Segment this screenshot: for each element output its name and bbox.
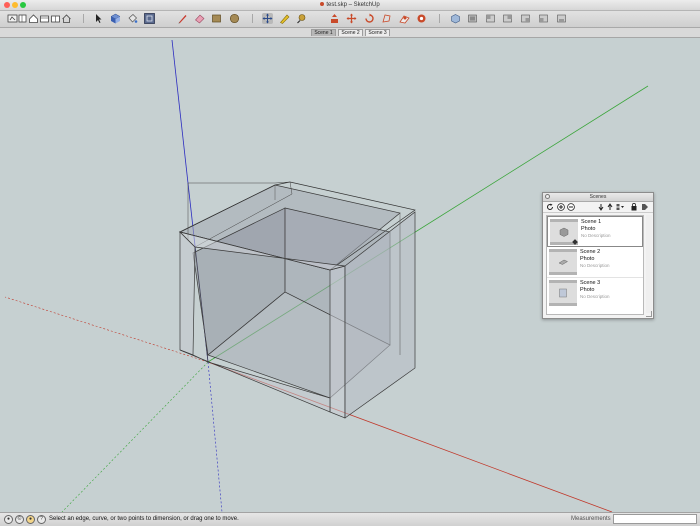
- right-view-icon[interactable]: [502, 13, 513, 24]
- measurements-input[interactable]: [613, 514, 697, 524]
- scene-style: Photo: [580, 287, 595, 293]
- line-pencil-icon[interactable]: [177, 13, 188, 24]
- follow-me-icon[interactable]: [296, 13, 307, 24]
- close-panel-button[interactable]: [545, 194, 550, 199]
- move-up-icon[interactable]: [606, 203, 614, 211]
- offset-icon[interactable]: [364, 13, 375, 24]
- red-axis-negative-line: [4, 296, 209, 363]
- resize-grip-icon[interactable]: [646, 311, 652, 317]
- make-component-icon[interactable]: [110, 13, 121, 24]
- tab-scene-1[interactable]: Scene 1: [311, 29, 336, 36]
- scene-style: Photo: [581, 226, 596, 232]
- details-icon[interactable]: [641, 203, 649, 211]
- bottom-view-icon[interactable]: [556, 13, 567, 24]
- scene-description: No Description: [580, 294, 610, 299]
- top-view-icon[interactable]: [467, 13, 478, 24]
- filter-icon[interactable]: [630, 203, 638, 211]
- move-down-icon[interactable]: [597, 203, 605, 211]
- paint-bucket-icon[interactable]: [127, 13, 138, 24]
- box-front-left-post: [179, 231, 196, 356]
- front-view-icon[interactable]: [485, 13, 496, 24]
- window-title: test.skp – SketchUp: [0, 0, 700, 10]
- scene-item-2[interactable]: Scene 2 Photo No Description: [547, 247, 643, 278]
- scene-thumbnail: [549, 280, 577, 306]
- scenes-panel-title-text: Scenes: [589, 194, 607, 200]
- eraser-icon[interactable]: [194, 13, 205, 24]
- main-toolbar: [0, 11, 700, 28]
- toolbar-separator: [252, 14, 253, 23]
- box-model: [178, 181, 416, 419]
- measure-tape-icon[interactable]: [279, 13, 290, 24]
- back-view-icon[interactable]: [520, 13, 531, 24]
- box-front-corner-post: [329, 265, 346, 419]
- scene-3-preview-icon: [559, 288, 567, 298]
- scene-tab-strip: Scene 1 Scene 2 Scene 3: [0, 28, 700, 38]
- scene-name: Scene 3: [580, 280, 601, 286]
- scenes-panel: Scenes Scene 1 Photo No Description Scen…: [542, 192, 654, 319]
- add-scene-icon[interactable]: [557, 203, 565, 211]
- left-view-icon[interactable]: [538, 13, 549, 24]
- scene-list: Scene 1 Photo No Description Scene 2 Pho…: [546, 215, 644, 315]
- measurements-label: Measurements: [571, 516, 611, 522]
- section-plane-icon[interactable]: [144, 13, 155, 24]
- green-axis-negative-line: [61, 361, 209, 512]
- geo-location-icon[interactable]: ●: [4, 515, 13, 524]
- scene-style: Photo: [580, 256, 595, 262]
- scene-1-preview-icon: [559, 227, 569, 237]
- view-options-icon[interactable]: [616, 203, 624, 211]
- document-icon: [320, 2, 325, 7]
- scene-list-scrollbar[interactable]: [646, 215, 652, 313]
- push-pull-icon[interactable]: [329, 13, 340, 24]
- select-arrow-icon[interactable]: [93, 13, 104, 24]
- pencil-box-icon[interactable]: [50, 13, 61, 24]
- scenes-toolbar: [543, 202, 653, 213]
- toolbar-separator: [439, 14, 440, 23]
- scene-name: Scene 2: [580, 249, 601, 255]
- house-outline-icon[interactable]: [61, 13, 72, 24]
- help-icon[interactable]: ?: [37, 515, 46, 524]
- tab-scene-2[interactable]: Scene 2: [338, 29, 363, 36]
- scene-description: No Description: [580, 263, 610, 268]
- rotate-icon[interactable]: [346, 13, 357, 24]
- remove-scene-icon[interactable]: [567, 203, 575, 211]
- orbit-icon[interactable]: [381, 13, 392, 24]
- scale-icon[interactable]: [399, 13, 410, 24]
- paint-icon[interactable]: [416, 13, 427, 24]
- scene-item-3[interactable]: Scene 3 Photo No Description: [547, 278, 643, 309]
- iso-view-icon[interactable]: [450, 13, 461, 24]
- scene-thumbnail: [549, 249, 577, 275]
- title-bar: test.skp – SketchUp: [0, 0, 700, 11]
- tab-scene-3[interactable]: Scene 3: [365, 29, 390, 36]
- scene-description: No Description: [581, 233, 611, 238]
- rectangle-shape-icon[interactable]: [211, 13, 222, 24]
- user-icon[interactable]: ●: [26, 515, 35, 524]
- credits-icon[interactable]: ©: [15, 515, 24, 524]
- status-bar: ● © ● ? Select an edge, curve, or two po…: [0, 512, 700, 526]
- circle-icon[interactable]: [229, 13, 240, 24]
- scene-item-1[interactable]: Scene 1 Photo No Description: [547, 216, 643, 247]
- blue-axis-negative-line: [207, 361, 223, 512]
- scene-thumbnail: [550, 219, 578, 245]
- move-tool-icon[interactable]: [262, 13, 273, 24]
- scene-name: Scene 1: [581, 219, 602, 225]
- window-title-text: test.skp – SketchUp: [326, 2, 380, 8]
- scenes-panel-title: Scenes: [543, 193, 653, 202]
- status-message: Select an edge, curve, or two points to …: [49, 516, 239, 522]
- home-icon[interactable]: [28, 13, 39, 24]
- toolbar-separator: [83, 14, 84, 23]
- rectangle-icon[interactable]: [17, 13, 28, 24]
- scene-2-preview-icon: [558, 259, 568, 265]
- floor-plan-icon[interactable]: [39, 13, 50, 24]
- refresh-icon[interactable]: [546, 203, 554, 211]
